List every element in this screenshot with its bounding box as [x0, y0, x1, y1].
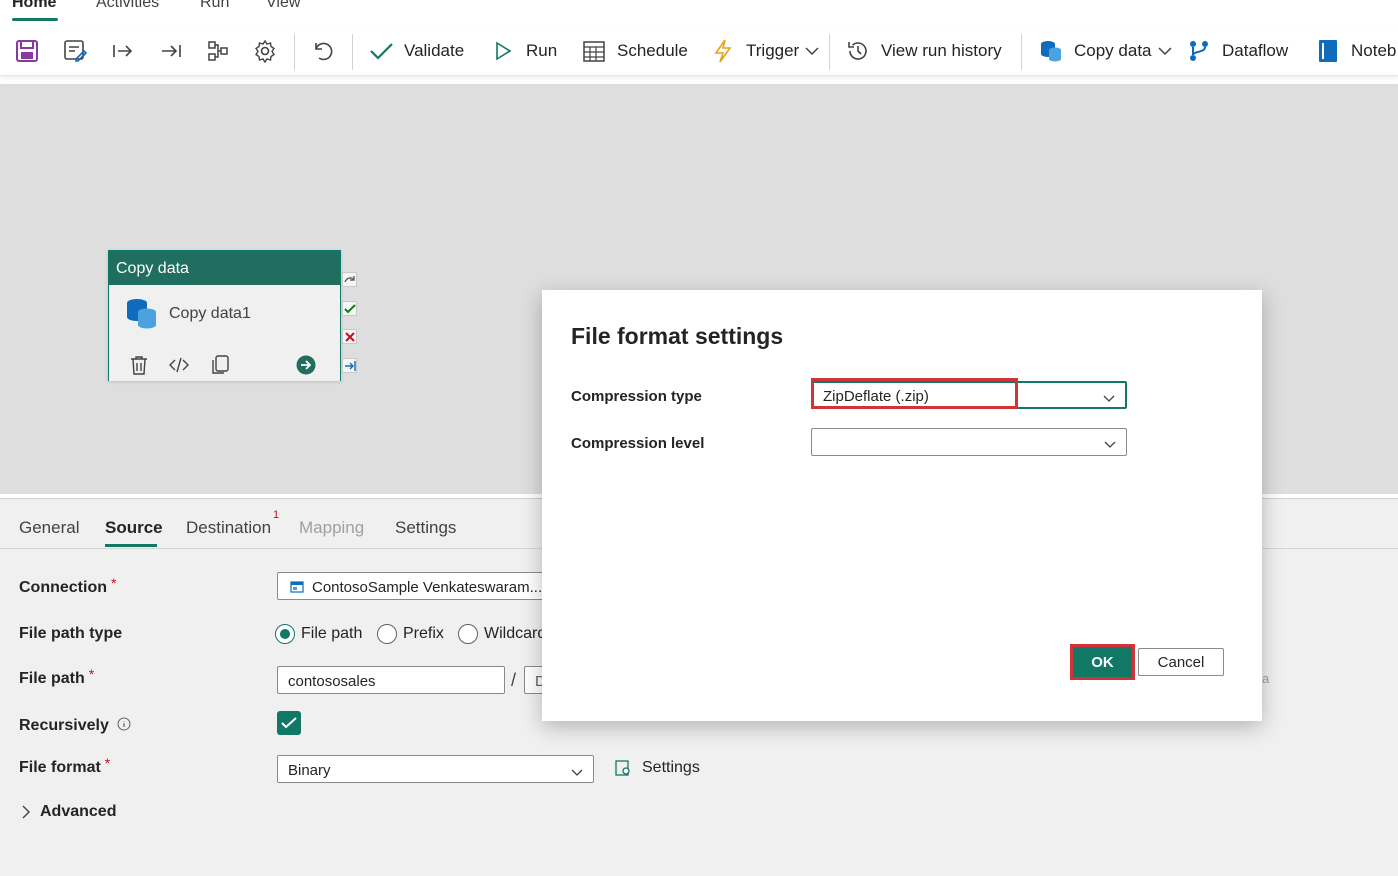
tab-active-indicator [105, 544, 157, 547]
destination-error-badge: 1 [273, 509, 280, 521]
recursively-checkbox[interactable] [277, 711, 301, 735]
compression-level-label: Compression level [571, 435, 705, 452]
tab-settings[interactable]: Settings [395, 518, 456, 538]
toolbar-separator [294, 34, 295, 70]
success-port-icon[interactable] [342, 301, 357, 316]
notebook-button[interactable]: Noteb [1315, 36, 1396, 66]
settings-gear-icon [614, 759, 632, 777]
undo-icon[interactable] [310, 38, 336, 64]
code-icon[interactable] [169, 355, 189, 375]
menu-tabs: Home Activities Run View [0, 0, 1398, 26]
checkmark-icon [368, 38, 394, 64]
radio-prefix[interactable]: Prefix [377, 624, 444, 644]
move-right-icon[interactable] [110, 38, 136, 64]
info-icon[interactable] [117, 717, 131, 736]
file-path-separator: / [511, 670, 517, 690]
dialog-title: File format settings [571, 323, 784, 349]
validate-button[interactable]: Validate [368, 36, 464, 66]
activity-name: Copy data1 [169, 305, 251, 322]
save-icon[interactable] [14, 38, 40, 64]
chevron-down-icon [1104, 436, 1116, 453]
highlight-annotation [811, 378, 1018, 409]
chevron-down-icon [1157, 46, 1172, 56]
save-as-icon[interactable] [62, 38, 88, 64]
database-icon [125, 297, 159, 336]
run-button[interactable]: Run [490, 36, 557, 66]
menu-tab-run[interactable]: Run [200, 0, 229, 12]
database-icon [1038, 38, 1064, 64]
dataflow-icon [1186, 38, 1212, 64]
copy-data-activity[interactable]: Copy data Copy data1 [108, 250, 341, 381]
menu-tab-home[interactable]: Home [12, 0, 56, 12]
ok-button[interactable]: OK [1070, 644, 1135, 680]
toolbar-separator [1021, 34, 1022, 70]
menu-tab-active-indicator [12, 18, 58, 21]
delete-icon[interactable] [129, 355, 149, 375]
tab-mapping[interactable]: Mapping [299, 518, 364, 538]
tab-general[interactable]: General [19, 518, 79, 538]
chevron-down-icon [1103, 390, 1115, 407]
partial-hint-text: a [1262, 671, 1270, 686]
failure-port-icon[interactable] [342, 329, 357, 344]
view-run-history-button[interactable]: View run history [845, 36, 1002, 66]
file-path-type-label: File path type [19, 625, 123, 642]
file-format-settings-link[interactable]: Settings [614, 759, 700, 777]
lightning-icon [710, 38, 736, 64]
go-to-arrow-icon[interactable] [296, 355, 316, 375]
toolbar-separator [829, 34, 830, 70]
completion-port-icon[interactable] [342, 358, 357, 373]
play-icon [490, 38, 516, 64]
file-path-label: File path * [19, 666, 95, 687]
calendar-icon [581, 38, 607, 64]
activity-type-label: Copy data [109, 251, 340, 285]
chevron-down-icon [805, 46, 819, 56]
history-icon [845, 38, 871, 64]
gear-icon[interactable] [252, 38, 278, 64]
trigger-button[interactable]: Trigger [710, 36, 819, 66]
copy-data-button[interactable]: Copy data [1038, 36, 1172, 66]
file-format-select[interactable]: Binary [277, 755, 594, 783]
auto-layout-icon[interactable] [205, 38, 231, 64]
file-path-container-input[interactable]: contososales [277, 666, 505, 694]
copy-icon[interactable] [210, 355, 230, 375]
connection-label: Connection * [19, 575, 117, 596]
recursively-label: Recursively [19, 717, 131, 736]
advanced-expander[interactable]: Advanced [22, 803, 116, 821]
radio-file-path[interactable]: File path [275, 624, 362, 644]
move-to-end-icon[interactable] [158, 38, 184, 64]
chevron-right-icon [22, 805, 30, 819]
connection-icon [290, 580, 304, 597]
notebook-icon [1315, 38, 1341, 64]
chevron-down-icon [571, 764, 583, 781]
tab-destination[interactable]: Destination [186, 518, 271, 538]
dataflow-button[interactable]: Dataflow [1186, 36, 1288, 66]
connection-select[interactable]: ContosoSample Venkateswaram... [277, 572, 547, 600]
compression-level-select[interactable] [811, 428, 1127, 456]
menu-tab-view[interactable]: View [266, 0, 300, 12]
file-format-label: File format * [19, 755, 111, 776]
file-format-settings-dialog: File format settings Compression type Zi… [542, 290, 1262, 721]
cancel-button[interactable]: Cancel [1138, 648, 1224, 676]
toolbar-separator [352, 34, 353, 70]
menu-tab-activities[interactable]: Activities [96, 0, 159, 12]
tab-source[interactable]: Source [105, 518, 163, 538]
compression-type-label: Compression type [571, 388, 702, 405]
schedule-button[interactable]: Schedule [581, 36, 688, 66]
radio-wildcard[interactable]: Wildcard [458, 624, 546, 644]
toolbar: Validate Run Schedule Trigger View run h… [0, 26, 1398, 76]
skip-port-icon[interactable] [342, 272, 357, 287]
